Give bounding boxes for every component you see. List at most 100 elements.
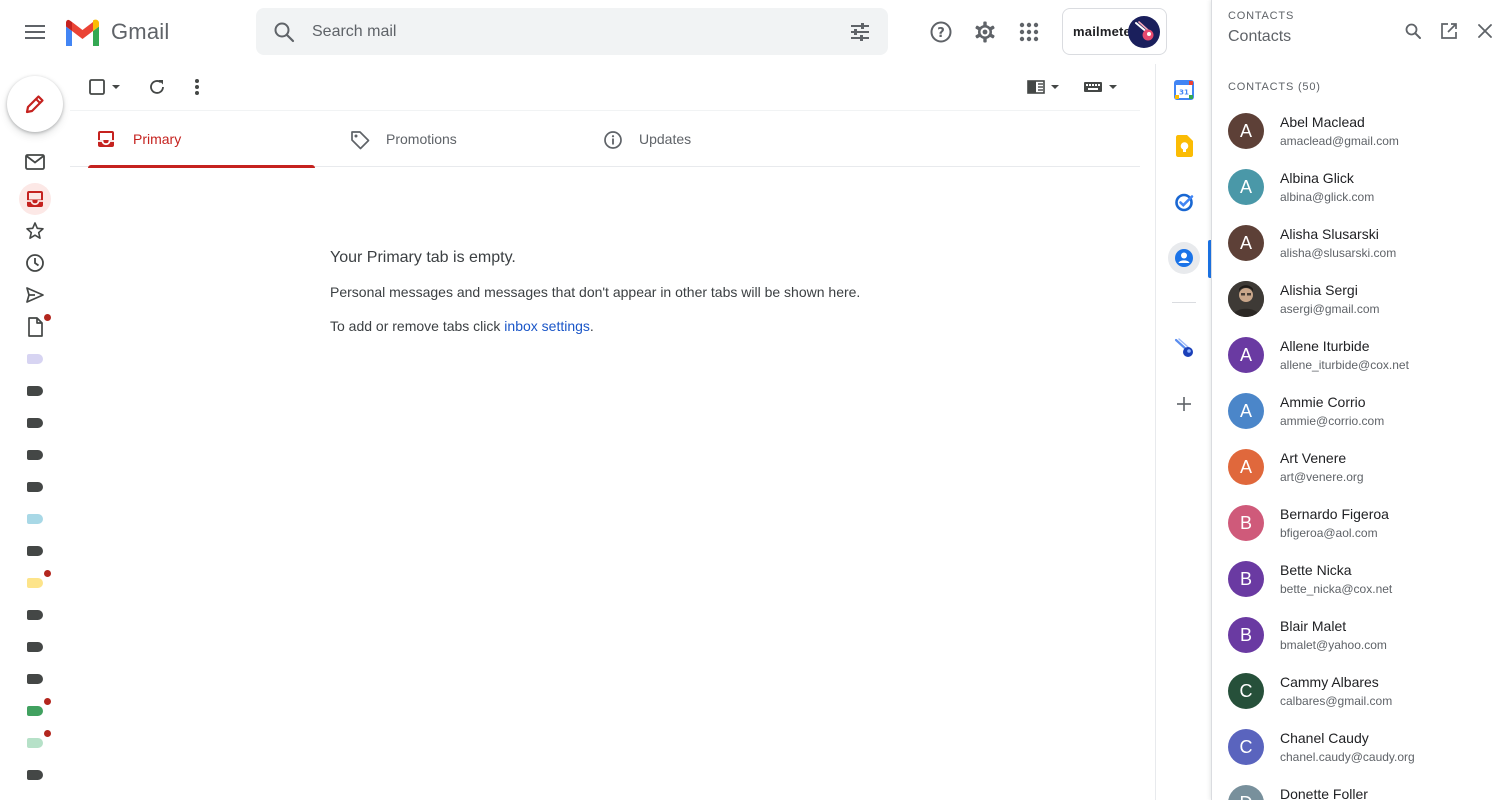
hint-suffix: .	[589, 318, 594, 334]
contact-name: Ammie Corrio	[1280, 394, 1366, 410]
nav-label-item[interactable]	[19, 567, 51, 599]
open-in-new-tab-button[interactable]	[1438, 20, 1460, 42]
select-checkbox-dropdown[interactable]	[88, 74, 124, 100]
nav-label-item[interactable]	[19, 535, 51, 567]
nav-label-item[interactable]	[19, 727, 51, 759]
contact-avatar: C	[1228, 673, 1264, 709]
main-menu-button[interactable]	[19, 16, 51, 48]
contact-row[interactable]: C Cammy Albares calbares@gmail.com	[1212, 663, 1510, 719]
search-input[interactable]	[312, 8, 832, 55]
label-notification-dot	[44, 730, 51, 737]
nav-label-item[interactable]	[19, 759, 51, 791]
nav-snoozed[interactable]	[19, 247, 51, 279]
nav-label-item[interactable]	[19, 407, 51, 439]
contact-name: Art Venere	[1280, 450, 1347, 466]
top-header: Gmail ? mailmeteor	[0, 0, 1210, 64]
contact-row[interactable]: B Bette Nicka bette_nicka@cox.net	[1212, 551, 1510, 607]
nav-label-item[interactable]	[19, 343, 51, 375]
nav-drafts[interactable]	[19, 311, 51, 343]
calendar-app-button[interactable]: 31	[1168, 74, 1200, 106]
info-icon	[603, 130, 623, 155]
tasks-app-button[interactable]	[1168, 186, 1200, 218]
keyboard-icon	[1083, 82, 1102, 92]
tab-primary[interactable]: Primary	[79, 111, 315, 168]
contact-name: Alisha Slusarski	[1280, 226, 1379, 242]
contact-avatar: A	[1228, 449, 1264, 485]
nav-starred[interactable]	[19, 215, 51, 247]
contact-row[interactable]: C Chanel Caudy chanel.caudy@caudy.org	[1212, 719, 1510, 775]
gear-icon	[975, 21, 995, 43]
tab-label: Primary	[133, 131, 182, 147]
tasks-check-icon	[1175, 193, 1194, 212]
contact-name: Allene Iturbide	[1280, 338, 1370, 354]
contact-email: bfigeroa@aol.com	[1280, 526, 1378, 540]
contact-row[interactable]: A Art Venere art@venere.org	[1212, 439, 1510, 495]
contact-row[interactable]: A Alisha Slusarski alisha@slusarski.com	[1212, 215, 1510, 271]
contact-email: bette_nicka@cox.net	[1280, 582, 1393, 596]
app-name: Gmail	[111, 19, 170, 44]
nav-label-item[interactable]	[19, 663, 51, 695]
search-icon[interactable]	[272, 20, 296, 49]
contact-row[interactable]: A Allene Iturbide allene_iturbide@cox.net	[1212, 327, 1510, 383]
mailmeteor-logo-icon	[1128, 16, 1160, 48]
contact-row[interactable]: A Albina Glick albina@glick.com	[1212, 159, 1510, 215]
nav-label-item[interactable]	[19, 503, 51, 535]
contact-avatar: A	[1228, 337, 1264, 373]
compose-button[interactable]	[7, 76, 63, 132]
nav-label-item[interactable]	[19, 631, 51, 663]
contact-avatar: A	[1228, 113, 1264, 149]
search-options-icon[interactable]	[848, 20, 872, 49]
nav-inbox[interactable]	[19, 183, 51, 215]
pencil-icon	[25, 95, 44, 114]
refresh-button[interactable]	[146, 74, 168, 100]
split-pane-icon	[1026, 80, 1045, 94]
open-in-new-icon	[1441, 23, 1457, 39]
contact-avatar: C	[1228, 729, 1264, 765]
label-tag-icon	[27, 514, 43, 524]
nav-sent[interactable]	[19, 279, 51, 311]
account-brand-button[interactable]: mailmeteor	[1062, 8, 1167, 55]
empty-state-description: Personal messages and messages that don'…	[330, 284, 861, 300]
close-icon	[1478, 24, 1492, 38]
caret-down-icon	[1050, 85, 1059, 89]
contacts-search-button[interactable]	[1402, 20, 1424, 42]
contact-email: alisha@slusarski.com	[1280, 246, 1397, 260]
nav-label-item[interactable]	[19, 439, 51, 471]
gmail-logo[interactable]: Gmail	[64, 16, 169, 48]
contacts-count-heading: CONTACTS (50)	[1228, 81, 1321, 93]
help-icon: ?	[930, 21, 952, 43]
checkbox-icon	[89, 79, 105, 95]
nav-label-item[interactable]	[19, 375, 51, 407]
mailmeteor-addon-button[interactable]	[1168, 332, 1200, 364]
mail-toolbar	[70, 64, 1156, 110]
inbox-icon	[97, 130, 115, 153]
contact-row[interactable]: B Blair Malet bmalet@yahoo.com	[1212, 607, 1510, 663]
nav-label-item[interactable]	[19, 471, 51, 503]
contact-row[interactable]: A Ammie Corrio ammie@corrio.com	[1212, 383, 1510, 439]
keep-app-button[interactable]	[1168, 130, 1200, 162]
mail-icon	[25, 154, 45, 170]
tab-promotions[interactable]: Promotions	[332, 111, 568, 167]
support-button[interactable]: ?	[925, 16, 957, 48]
nav-label-item[interactable]	[19, 599, 51, 631]
tab-updates[interactable]: Updates	[585, 111, 821, 167]
label-tag-icon	[27, 674, 43, 684]
contact-email: chanel.caudy@caudy.org	[1280, 750, 1415, 764]
apps-button[interactable]	[1013, 16, 1045, 48]
input-tools-toggle[interactable]	[1082, 74, 1120, 100]
split-pane-toggle[interactable]	[1026, 74, 1062, 100]
contact-row[interactable]: Alishia Sergi asergi@gmail.com	[1212, 271, 1510, 327]
contacts-app-button[interactable]	[1168, 242, 1200, 274]
nav-all-mail[interactable]	[19, 146, 51, 178]
settings-button[interactable]	[969, 16, 1001, 48]
contact-row[interactable]: D Donette Foller	[1212, 775, 1510, 800]
close-panel-button[interactable]	[1474, 20, 1496, 42]
contact-row[interactable]: A Abel Maclead amaclead@gmail.com	[1212, 103, 1510, 159]
contact-row[interactable]: B Bernardo Figeroa bfigeroa@aol.com	[1212, 495, 1510, 551]
contact-email: ammie@corrio.com	[1280, 414, 1385, 428]
more-options-button[interactable]	[188, 74, 206, 100]
get-addons-button[interactable]	[1168, 388, 1200, 420]
nav-label-item[interactable]	[19, 695, 51, 727]
hamburger-icon	[25, 25, 45, 39]
inbox-settings-link[interactable]: inbox settings	[504, 318, 590, 334]
